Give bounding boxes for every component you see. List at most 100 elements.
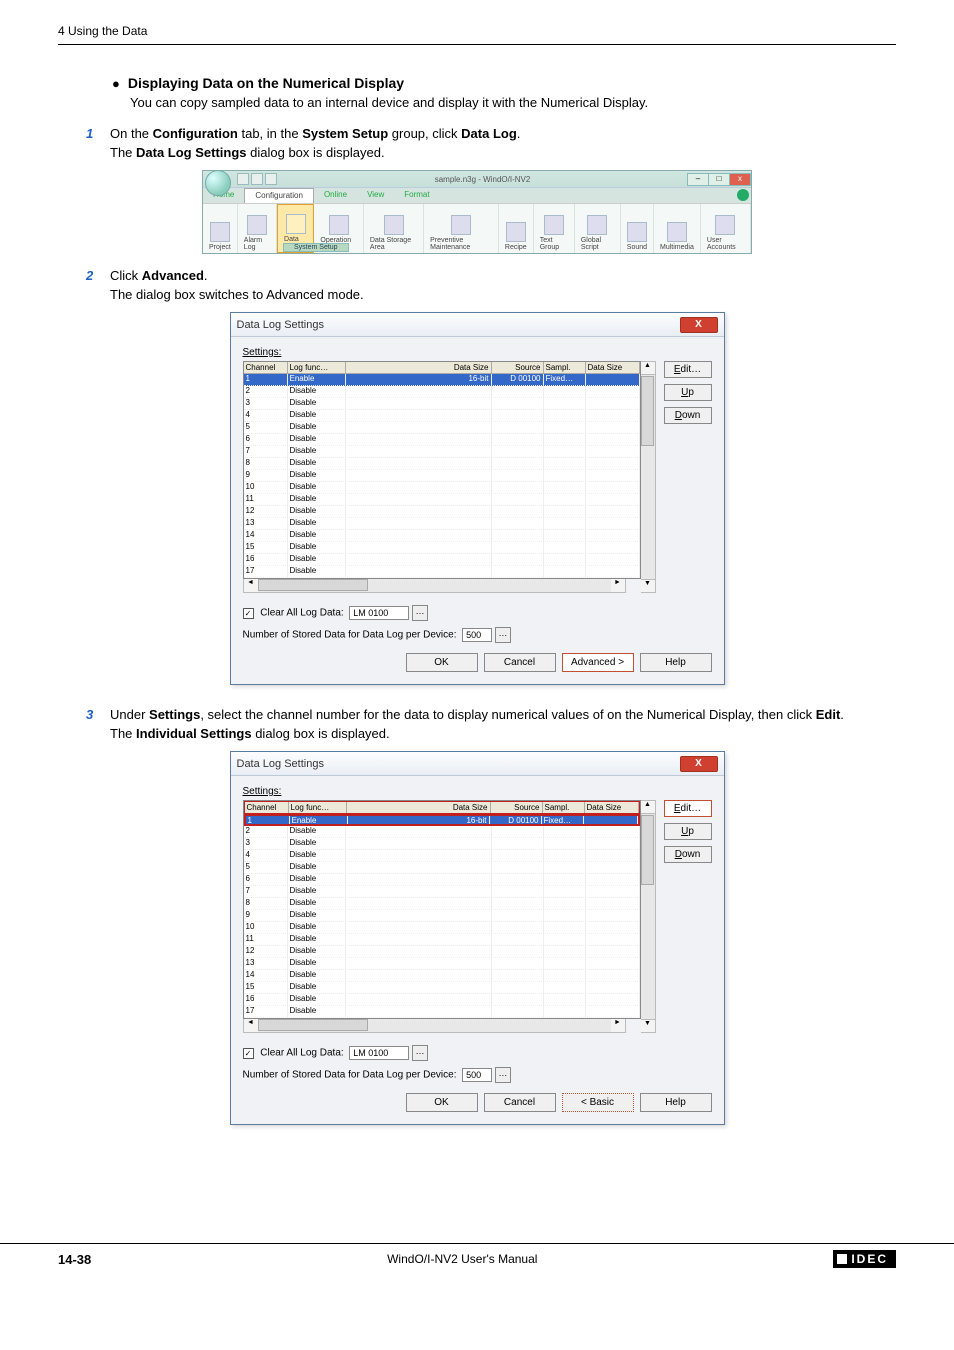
ribbon-recipe[interactable]: Recipe <box>499 204 534 253</box>
h-scrollbar[interactable]: ◄► <box>243 579 626 593</box>
table-row[interactable]: 9Disable <box>244 470 640 482</box>
up-button[interactable]: Up <box>664 823 712 840</box>
ribbon-project[interactable]: Project <box>203 204 238 253</box>
maximize-button[interactable]: □ <box>708 173 730 186</box>
down-button[interactable]: Down <box>664 407 712 424</box>
table-header-highlighted[interactable]: Channel Log func… Data Size Source Sampl… <box>244 801 640 814</box>
cancel-button[interactable]: Cancel <box>484 1093 556 1112</box>
ok-button[interactable]: OK <box>406 653 478 672</box>
col-sampl[interactable]: Sampl. <box>543 802 585 813</box>
browse-button[interactable]: … <box>495 627 511 643</box>
table-row[interactable]: 11Disable <box>244 494 640 506</box>
close-button[interactable]: x <box>729 173 751 186</box>
col-source[interactable]: Source <box>491 802 543 813</box>
browse-button[interactable]: … <box>412 1045 428 1061</box>
scroll-left-icon[interactable]: ◄ <box>244 579 258 592</box>
ribbon-text-group[interactable]: Text Group <box>534 204 575 253</box>
settings-table[interactable]: Channel Log func… Data Size Source Sampl… <box>243 800 641 1019</box>
table-row[interactable]: 5Disable <box>244 862 640 874</box>
scroll-thumb[interactable] <box>641 815 654 885</box>
ribbon-global-script[interactable]: Global Script <box>575 204 621 253</box>
clear-all-field[interactable]: LM 0100 <box>349 606 409 620</box>
v-scrollbar[interactable]: ▲▼ <box>641 361 656 593</box>
table-row[interactable]: 6Disable <box>244 874 640 886</box>
table-row[interactable]: 7Disable <box>244 886 640 898</box>
ribbon-data-storage[interactable]: Data Storage Area <box>364 204 424 253</box>
tab-configuration[interactable]: Configuration <box>244 188 314 203</box>
table-row[interactable]: 10Disable <box>244 922 640 934</box>
help-icon[interactable] <box>737 189 749 201</box>
table-row-selected-highlighted[interactable]: 1 Enable 16-bit D 00100 Fixed… <box>244 814 640 826</box>
table-row[interactable]: 2Disable <box>244 826 640 838</box>
table-row[interactable]: 16Disable <box>244 994 640 1006</box>
dialog-close-button[interactable]: X <box>680 317 718 333</box>
table-header[interactable]: Channel Log func… Data Size Source Sampl… <box>244 362 640 374</box>
up-button[interactable]: Up <box>664 384 712 401</box>
tab-online[interactable]: Online <box>314 188 357 203</box>
basic-button[interactable]: < Basic <box>562 1093 634 1112</box>
table-row[interactable]: 4Disable <box>244 850 640 862</box>
table-row[interactable]: 12Disable <box>244 506 640 518</box>
ribbon-preventive[interactable]: Preventive Maintenance <box>424 204 499 253</box>
edit-button-highlighted[interactable]: Edit… <box>664 800 712 817</box>
table-row[interactable]: 10Disable <box>244 482 640 494</box>
settings-table[interactable]: Channel Log func… Data Size Source Sampl… <box>243 361 641 579</box>
scroll-up-icon[interactable]: ▲ <box>641 801 655 814</box>
tab-view[interactable]: View <box>357 188 394 203</box>
v-scrollbar[interactable]: ▲▼ <box>641 800 656 1033</box>
table-row[interactable]: 12Disable <box>244 946 640 958</box>
table-row[interactable]: 14Disable <box>244 530 640 542</box>
col-data-size2[interactable]: Data Size <box>585 802 639 813</box>
col-data-size[interactable]: Data Size <box>347 802 491 813</box>
down-button[interactable]: Down <box>664 846 712 863</box>
table-row[interactable]: 5Disable <box>244 422 640 434</box>
col-log-func[interactable]: Log func… <box>289 802 347 813</box>
qat-icon[interactable] <box>237 173 249 185</box>
scroll-up-icon[interactable]: ▲ <box>641 362 655 375</box>
app-orb-icon[interactable] <box>205 170 231 196</box>
col-channel[interactable]: Channel <box>244 362 288 373</box>
table-row[interactable]: 8Disable <box>244 458 640 470</box>
table-row[interactable]: 17Disable <box>244 1006 640 1018</box>
table-row-selected[interactable]: 1 Enable 16-bit D 00100 Fixed… <box>244 374 640 386</box>
table-row[interactable]: 17Disable <box>244 566 640 578</box>
scroll-left-icon[interactable]: ◄ <box>244 1019 258 1032</box>
col-sampl[interactable]: Sampl. <box>544 362 586 373</box>
num-stored-field[interactable]: 500 <box>462 628 492 642</box>
table-row[interactable]: 15Disable <box>244 542 640 554</box>
scroll-right-icon[interactable]: ► <box>611 1019 625 1032</box>
col-log-func[interactable]: Log func… <box>288 362 346 373</box>
table-row[interactable]: 9Disable <box>244 910 640 922</box>
table-row[interactable]: 3Disable <box>244 398 640 410</box>
ribbon-user-accounts[interactable]: User Accounts <box>701 204 751 253</box>
scroll-down-icon[interactable]: ▼ <box>641 1019 655 1032</box>
table-row[interactable]: 11Disable <box>244 934 640 946</box>
table-row[interactable]: 15Disable <box>244 982 640 994</box>
ok-button[interactable]: OK <box>406 1093 478 1112</box>
col-source[interactable]: Source <box>492 362 544 373</box>
col-data-size2[interactable]: Data Size <box>586 362 640 373</box>
browse-button[interactable]: … <box>495 1067 511 1083</box>
cancel-button[interactable]: Cancel <box>484 653 556 672</box>
num-stored-field[interactable]: 500 <box>462 1068 492 1082</box>
help-button[interactable]: Help <box>640 1093 712 1112</box>
tab-format[interactable]: Format <box>394 188 439 203</box>
table-row[interactable]: 3Disable <box>244 838 640 850</box>
clear-all-checkbox[interactable]: ✓ <box>243 608 254 619</box>
table-row[interactable]: 16Disable <box>244 554 640 566</box>
clear-all-field[interactable]: LM 0100 <box>349 1046 409 1060</box>
table-row[interactable]: 8Disable <box>244 898 640 910</box>
edit-button[interactable]: Edit… <box>664 361 712 378</box>
table-row[interactable]: 7Disable <box>244 446 640 458</box>
ribbon-alarm-log[interactable]: Alarm Log <box>238 204 277 253</box>
h-scrollbar[interactable]: ◄► <box>243 1019 626 1033</box>
table-row[interactable]: 14Disable <box>244 970 640 982</box>
scroll-thumb[interactable] <box>641 376 654 446</box>
browse-button[interactable]: … <box>412 605 428 621</box>
dialog-close-button[interactable]: X <box>680 756 718 772</box>
ribbon-sound[interactable]: Sound <box>621 204 654 253</box>
scroll-down-icon[interactable]: ▼ <box>641 579 655 592</box>
scroll-right-icon[interactable]: ► <box>611 579 625 592</box>
col-channel[interactable]: Channel <box>245 802 289 813</box>
ribbon-multimedia[interactable]: Multimedia <box>654 204 701 253</box>
